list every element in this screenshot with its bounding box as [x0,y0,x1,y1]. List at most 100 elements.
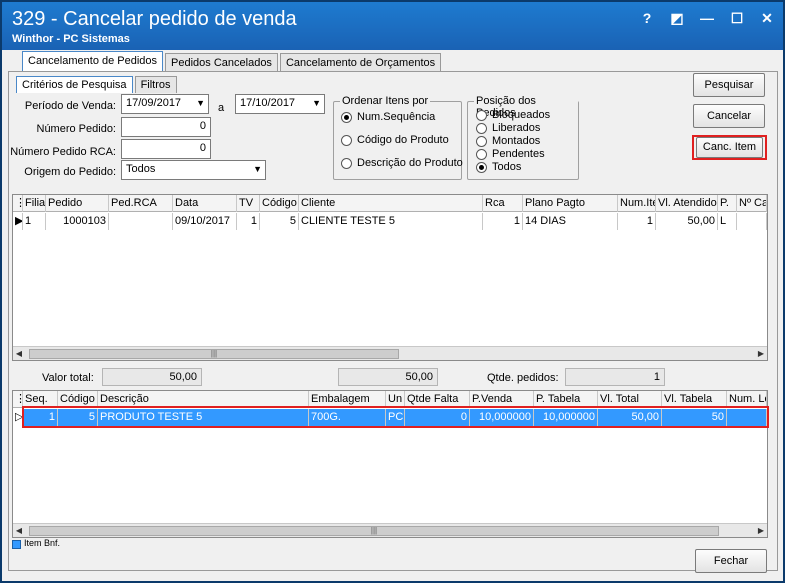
tab-filtros[interactable]: Filtros [134,76,177,93]
radio-dot [476,135,487,147]
radio-label: Todos [492,161,522,173]
numero-rca-label: Número Pedido RCA: [10,146,116,158]
column-header[interactable]: TV [237,195,260,212]
radio-label: Num.Sequência [357,111,436,123]
horizontal-scrollbar[interactable]: ◀ ||| ▶ [13,523,767,537]
radio-dot [476,161,487,173]
column-header[interactable]: P. [718,195,737,212]
cell: 1000103 [46,213,109,230]
scroll-right-icon[interactable]: ▶ [755,347,767,361]
window-subtitle: Winthor - PC Sistemas [12,33,130,45]
chevron-down-icon[interactable]: ▼ [312,98,321,108]
table-row[interactable]: ▶ 1 1000103 09/10/2017 1 5 CLIENTE TESTE… [13,213,767,231]
legend-swatch [12,540,21,549]
cell: 50,00 [656,213,718,230]
numero-pedido-field[interactable]: 0 [121,117,211,137]
pesquisar-button[interactable]: Pesquisar [693,73,765,97]
cell [109,213,173,230]
column-header[interactable]: Pedido [46,195,109,212]
legend-label: Item Bnf. [24,538,61,548]
pedidos-grid-header: ⋮ Filia Pedido Ped.RCA Data TV Código Cl… [13,195,767,212]
valor-total-field: 50,00 [102,368,202,386]
scroll-left-icon[interactable]: ◀ [13,347,25,361]
scroll-right-icon[interactable]: ▶ [755,524,767,538]
tab-cancelamento-pedidos[interactable]: Cancelamento de Pedidos [22,51,164,71]
periodo-label: Período de Venda: [24,100,116,112]
column-header[interactable]: Rca [483,195,523,212]
origem-select[interactable]: Todos ▼ [121,160,266,180]
radio-label: Descrição do Produto [357,157,463,169]
cell: 1 [237,213,260,230]
grid-menu-icon[interactable]: ⋮ [13,195,23,212]
radio-label: Código do Produto [357,134,449,146]
chevron-down-icon[interactable]: ▼ [253,164,262,174]
radio-label: Liberados [492,122,541,134]
column-header[interactable]: Cliente [299,195,483,212]
radio-label: Pendentes [492,148,545,160]
cell: 09/10/2017 [173,213,237,230]
scroll-left-icon[interactable]: ◀ [13,524,25,538]
radio-montados[interactable]: Montados [476,135,540,147]
radio-label: Bloqueados [492,109,551,121]
radio-bloqueados[interactable]: Bloqueados [476,109,550,121]
radio-dot [476,122,487,134]
radio-label: Montados [492,135,541,147]
radio-descricao-produto[interactable]: Descrição do Produto [341,157,463,169]
radio-num-sequencia[interactable]: Num.Sequência [341,111,435,123]
scroll-thumb[interactable]: ||| [29,349,399,359]
column-header[interactable]: Plano Pagto [523,195,618,212]
close-icon[interactable]: ✕ [759,10,775,27]
qtde-pedidos-label: Qtde. pedidos: [487,372,559,384]
tab-criterios-pesquisa[interactable]: Critérios de Pesquisa [16,76,133,93]
cell: 14 DIAS [523,213,618,230]
cell: 1 [23,213,46,230]
radio-codigo-produto[interactable]: Código do Produto [341,134,449,146]
cell: 5 [260,213,299,230]
radio-todos[interactable]: Todos [476,161,521,173]
origem-label: Origem do Pedido: [24,166,116,178]
maximize-icon[interactable]: ☐ [729,10,745,27]
tab-pedidos-cancelados[interactable]: Pedidos Cancelados [165,53,278,71]
radio-pendentes[interactable]: Pendentes [476,148,545,160]
radio-liberados[interactable]: Liberados [476,122,540,134]
column-header[interactable]: Vl. Atendido [656,195,718,212]
column-header[interactable]: Filia [23,195,46,212]
fechar-button[interactable]: Fechar [695,549,767,573]
highlight-box [22,406,769,428]
valor-total2-field: 50,00 [338,368,438,386]
data-final-field[interactable]: 17/10/2017 ▼ [235,94,325,114]
a-label: a [218,102,225,114]
radio-dot [476,109,487,121]
data-final-value: 17/10/2017 [240,97,296,109]
scroll-thumb[interactable]: ||| [29,526,719,536]
column-header[interactable]: Nº Ca [737,195,767,212]
radio-dot [341,157,352,169]
minimize-icon[interactable]: — [699,10,715,27]
cell: 1 [618,213,656,230]
cell: CLIENTE TESTE 5 [299,213,483,230]
data-inicial-field[interactable]: 17/09/2017 ▼ [121,94,209,114]
radio-dot [341,134,352,146]
cell: L [718,213,737,230]
radio-dot [476,148,487,160]
column-header[interactable]: Código [260,195,299,212]
origem-value: Todos [126,163,156,175]
numero-pedido-label: Número Pedido: [36,123,117,135]
column-header[interactable]: Data [173,195,237,212]
canc-item-button[interactable]: Canc. Item [696,137,763,158]
cell [737,213,767,230]
horizontal-scrollbar[interactable]: ◀ ||| ▶ [13,346,767,360]
help-icon[interactable]: ? [639,10,655,27]
window-title: 329 - Cancelar pedido de venda [12,8,297,30]
ordenar-title: Ordenar Itens por [340,95,431,107]
tab-cancelamento-orcamentos[interactable]: Cancelamento de Orçamentos [279,53,442,71]
chevron-down-icon[interactable]: ▼ [196,98,205,108]
valor-total-label: Valor total: [42,372,94,384]
column-header[interactable]: Ped.RCA [109,195,173,212]
pedidos-grid: ⋮ Filia Pedido Ped.RCA Data TV Código Cl… [12,194,768,361]
cancelar-button[interactable]: Cancelar [693,104,765,128]
restore-layout-icon[interactable]: ◩ [669,10,685,27]
title-bar: 329 - Cancelar pedido de venda Winthor -… [2,2,783,50]
numero-rca-field[interactable]: 0 [121,139,211,159]
column-header[interactable]: Num.Ite [618,195,656,212]
